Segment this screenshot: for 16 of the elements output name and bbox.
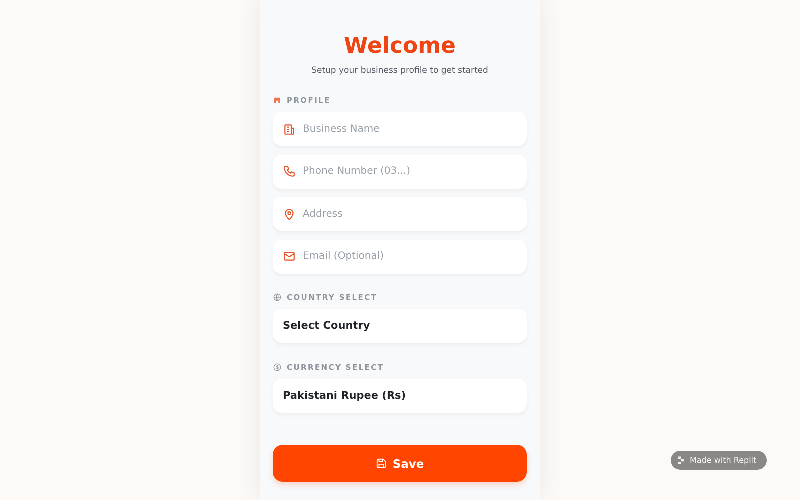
select-field[interactable]: Select Country bbox=[273, 309, 527, 343]
coin-icon bbox=[273, 362, 282, 372]
logo-icon bbox=[677, 456, 686, 465]
input-field[interactable]: Address bbox=[273, 197, 527, 231]
input-field[interactable]: Business Name bbox=[273, 112, 527, 146]
store-icon bbox=[273, 96, 282, 105]
mail-icon bbox=[283, 250, 296, 263]
input-field[interactable]: Email (Optional) bbox=[273, 240, 527, 274]
globe-icon bbox=[273, 293, 282, 302]
welcome-title: Welcome bbox=[343, 33, 457, 61]
subtitle: Setup your business profile to get started bbox=[310, 66, 490, 76]
phone-icon bbox=[283, 165, 296, 178]
input-field[interactable]: Phone Number (03...) bbox=[273, 154, 527, 188]
building-icon bbox=[283, 122, 296, 136]
select-field[interactable]: Pakistani Rupee (Rs) bbox=[273, 378, 527, 412]
pin-icon bbox=[283, 208, 296, 220]
